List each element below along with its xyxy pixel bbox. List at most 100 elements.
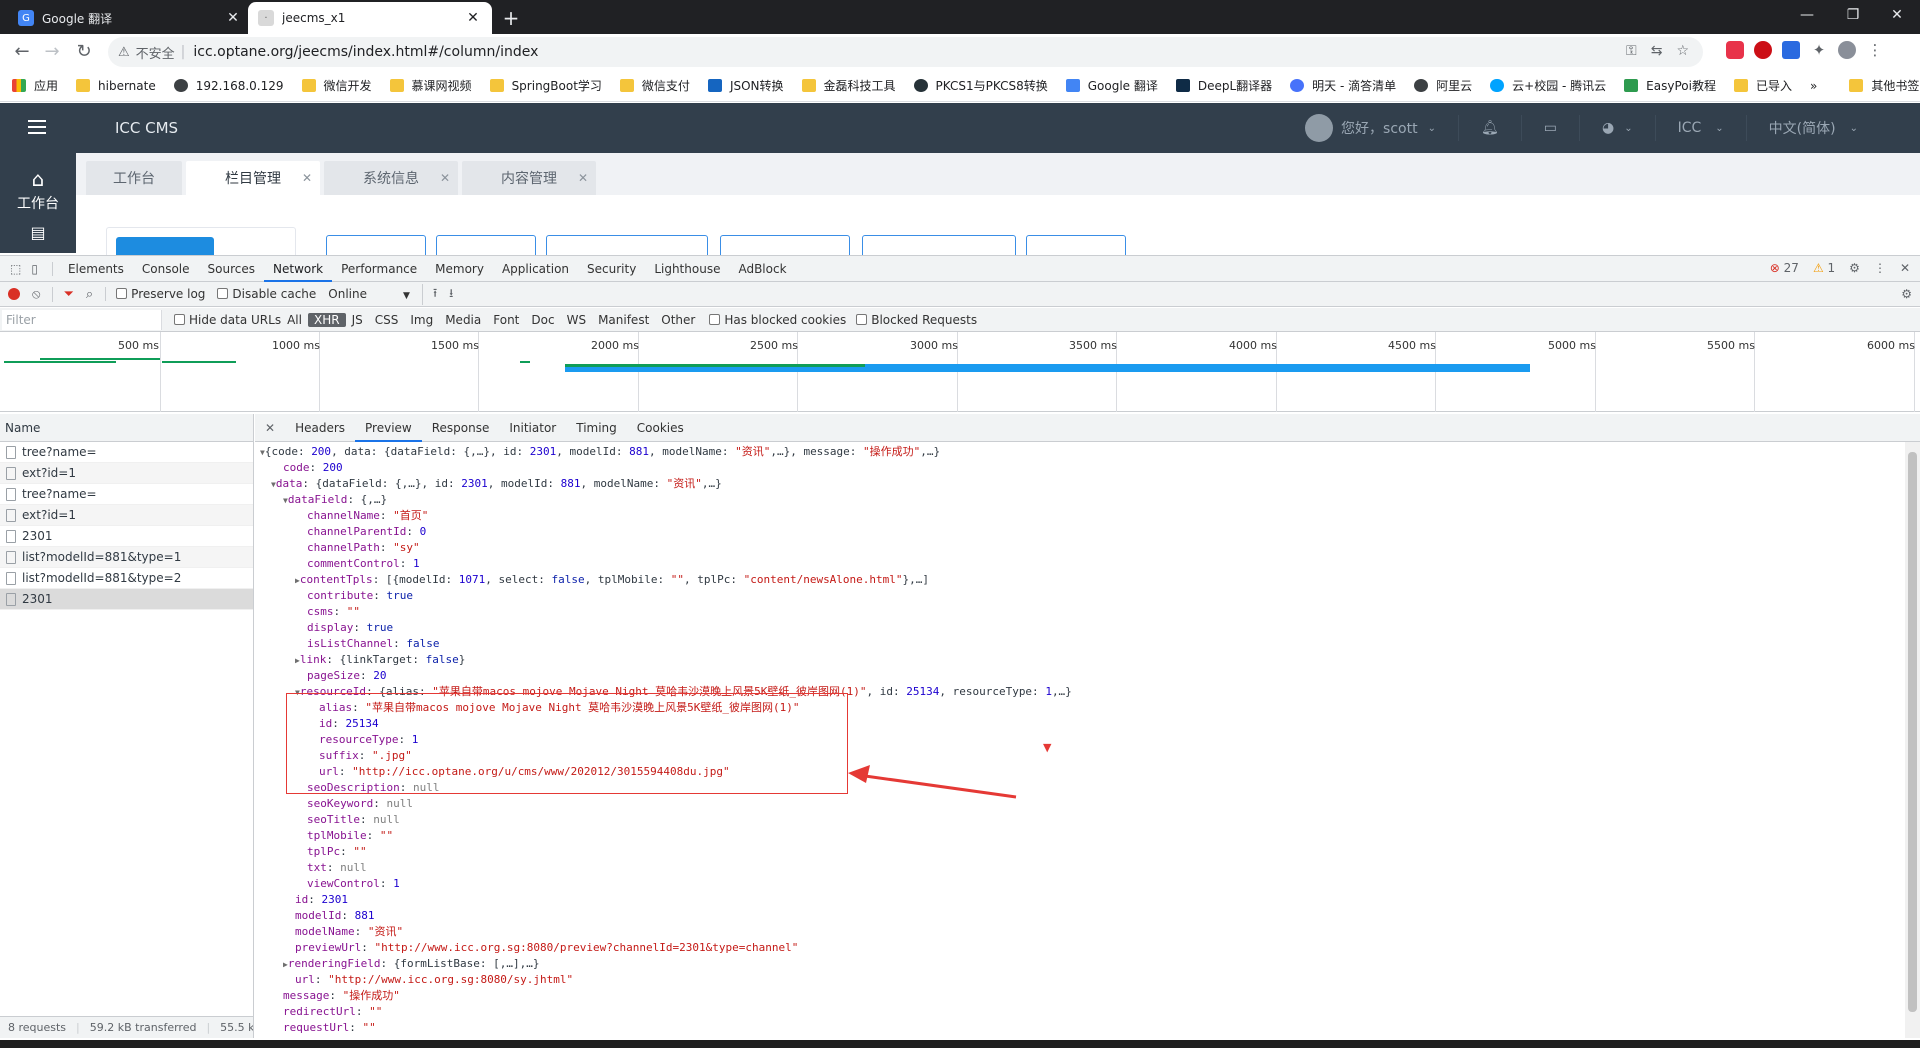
minimize-button[interactable]: —: [1784, 0, 1830, 30]
palette-icon[interactable]: ◕ ⌄: [1578, 115, 1655, 141]
warning-count[interactable]: ⚠ 1: [1813, 261, 1835, 275]
translate-page-icon[interactable]: ⇆: [1651, 43, 1663, 59]
star-icon[interactable]: ☆: [1676, 43, 1689, 59]
settings-gear-icon[interactable]: ⚙: [1901, 287, 1912, 301]
request-row[interactable]: tree?name=: [0, 484, 253, 505]
bookmark-folder[interactable]: 慕课网视频: [389, 77, 472, 94]
cms-tab-content-management[interactable]: 内容管理 ✕: [462, 161, 596, 195]
error-count[interactable]: ⊗ 27: [1770, 261, 1799, 275]
devtools-tab-performance[interactable]: Performance: [332, 256, 426, 282]
bookmark-folder[interactable]: SpringBoot学习: [489, 77, 602, 94]
filter-type-css[interactable]: CSS: [369, 313, 405, 327]
back-arrow-icon[interactable]: ←: [8, 38, 36, 66]
detail-tab-headers[interactable]: Headers: [285, 414, 355, 442]
bookmark-folder[interactable]: 已导入: [1733, 77, 1792, 94]
primary-button[interactable]: [116, 237, 214, 255]
device-toolbar-icon[interactable]: ▯: [27, 261, 53, 276]
maximize-button[interactable]: ❐: [1830, 0, 1876, 30]
new-tab-button[interactable]: +: [497, 4, 525, 32]
cms-tab-workbench[interactable]: 工作台: [86, 161, 182, 195]
bookmark-link[interactable]: DeepL翻译器: [1175, 77, 1272, 94]
puzzle-icon[interactable]: ✦: [1810, 41, 1828, 59]
forward-arrow-icon[interactable]: →: [38, 38, 66, 66]
filter-type-manifest[interactable]: Manifest: [592, 313, 655, 327]
network-overview-timeline[interactable]: 500 ms 1000 ms 1500 ms 2000 ms 2500 ms 3…: [0, 332, 1920, 412]
security-label[interactable]: 不安全: [136, 43, 175, 62]
request-row-selected[interactable]: 2301: [0, 589, 253, 610]
search-icon[interactable]: ⌕: [86, 287, 93, 302]
filter-type-doc[interactable]: Doc: [525, 313, 560, 327]
blocked-requests-checkbox[interactable]: Blocked Requests: [856, 313, 977, 327]
request-row[interactable]: list?modelId=881&type=1: [0, 547, 253, 568]
close-window-button[interactable]: ✕: [1874, 0, 1920, 30]
hide-data-urls-checkbox[interactable]: Hide data URLs: [174, 313, 281, 327]
menu-kebab-icon[interactable]: ⋮: [1866, 41, 1884, 59]
checkbox[interactable]: [217, 288, 229, 299]
filter-type-all[interactable]: All: [281, 313, 308, 327]
home-icon[interactable]: ⌂: [0, 167, 76, 191]
bookmark-folder[interactable]: 微信开发: [301, 77, 372, 94]
document-icon[interactable]: ▤: [0, 223, 76, 242]
bookmark-link[interactable]: 192.168.0.129: [173, 79, 284, 93]
cms-tab-column-management[interactable]: 栏目管理 ✕: [186, 161, 320, 195]
profile-avatar[interactable]: [1838, 41, 1856, 59]
json-node[interactable]: ▼{code: 200, data: {dataField: {,…}, id:…: [260, 444, 940, 460]
close-devtools-icon[interactable]: ✕: [1900, 261, 1910, 275]
language-selector[interactable]: 中文(简体) ⌄: [1745, 115, 1880, 141]
omnibox-url[interactable]: icc.optane.org/jeecms/index.html#/column…: [193, 44, 538, 60]
json-node[interactable]: ▶renderingField: {formListBase: [,…],…}: [283, 956, 540, 972]
request-row[interactable]: list?modelId=881&type=2: [0, 568, 253, 589]
bookmark-other-folder[interactable]: 其他书签: [1849, 77, 1919, 94]
toolbar-button[interactable]: [546, 235, 708, 255]
cms-tab-system-info[interactable]: 系统信息 ✕: [324, 161, 458, 195]
devtools-tab-elements[interactable]: Elements: [59, 256, 133, 282]
hamburger-menu-icon[interactable]: [28, 120, 46, 134]
export-har-icon[interactable]: ⭳: [449, 284, 453, 305]
json-node[interactable]: ▼dataField: {,…}: [283, 492, 387, 508]
clear-icon[interactable]: ⦸: [32, 287, 40, 302]
filter-type-font[interactable]: Font: [487, 313, 525, 327]
settings-gear-icon[interactable]: ⚙: [1849, 261, 1860, 275]
bookmark-link[interactable]: Google 翻译: [1065, 77, 1158, 94]
preview-scrollbar[interactable]: [1905, 442, 1920, 1038]
filter-funnel-icon[interactable]: ⏷: [52, 286, 74, 302]
devtools-tab-adblock[interactable]: AdBlock: [729, 256, 795, 282]
request-row[interactable]: ext?id=1: [0, 463, 253, 484]
bookmark-link[interactable]: 明天 - 滴答清单: [1290, 77, 1396, 94]
bookmarks-overflow-button[interactable]: »: [1810, 79, 1817, 93]
checkbox[interactable]: [174, 313, 185, 325]
checkbox[interactable]: [709, 313, 721, 325]
bookmark-link[interactable]: 阿里云: [1414, 77, 1472, 94]
json-node[interactable]: ▶link: {linkTarget: false}: [295, 652, 465, 668]
opera-extension-icon[interactable]: [1754, 41, 1772, 59]
close-icon[interactable]: ✕: [578, 171, 588, 185]
filter-input[interactable]: Filter: [2, 309, 162, 330]
json-node[interactable]: ▶contentTpls: [{modelId: 1071, select: f…: [295, 572, 929, 588]
close-icon[interactable]: ✕: [224, 10, 242, 26]
toolbar-button[interactable]: [862, 235, 1016, 255]
toolbar-button[interactable]: [436, 235, 536, 255]
bell-icon[interactable]: 🔔︎: [1457, 115, 1521, 141]
filter-type-media[interactable]: Media: [439, 313, 487, 327]
bookmark-link[interactable]: 云+校园 - 腾讯云: [1490, 77, 1606, 94]
toolbar-button[interactable]: [720, 235, 850, 255]
devtools-tab-lighthouse[interactable]: Lighthouse: [645, 256, 729, 282]
browser-tab-google-translate[interactable]: G Google 翻译 ✕: [8, 2, 252, 34]
bookmark-folder[interactable]: 微信支付: [619, 77, 690, 94]
user-menu[interactable]: 您好，scott ⌄: [1283, 114, 1458, 142]
sidebar-item-workbench[interactable]: 工作台: [0, 193, 76, 213]
bookmark-link[interactable]: EasyPoi教程: [1624, 77, 1716, 94]
key-icon[interactable]: ⚿: [1626, 43, 1637, 59]
devtools-tab-network[interactable]: Network: [264, 256, 333, 282]
throttle-select[interactable]: Online ▼: [328, 287, 410, 301]
bookmark-link[interactable]: JSON转换: [707, 77, 784, 94]
menu-kebab-icon[interactable]: ⋮: [1874, 261, 1886, 275]
filter-type-img[interactable]: Img: [404, 313, 439, 327]
reload-icon[interactable]: ↻: [70, 38, 98, 66]
filter-type-xhr[interactable]: XHR: [307, 312, 346, 327]
name-column-header[interactable]: Name: [0, 414, 253, 442]
site-selector[interactable]: ICC ⌄: [1654, 115, 1746, 141]
disable-cache-checkbox[interactable]: Disable cache: [217, 287, 316, 301]
checkbox[interactable]: [856, 313, 868, 325]
toolbar-button[interactable]: [326, 235, 426, 255]
